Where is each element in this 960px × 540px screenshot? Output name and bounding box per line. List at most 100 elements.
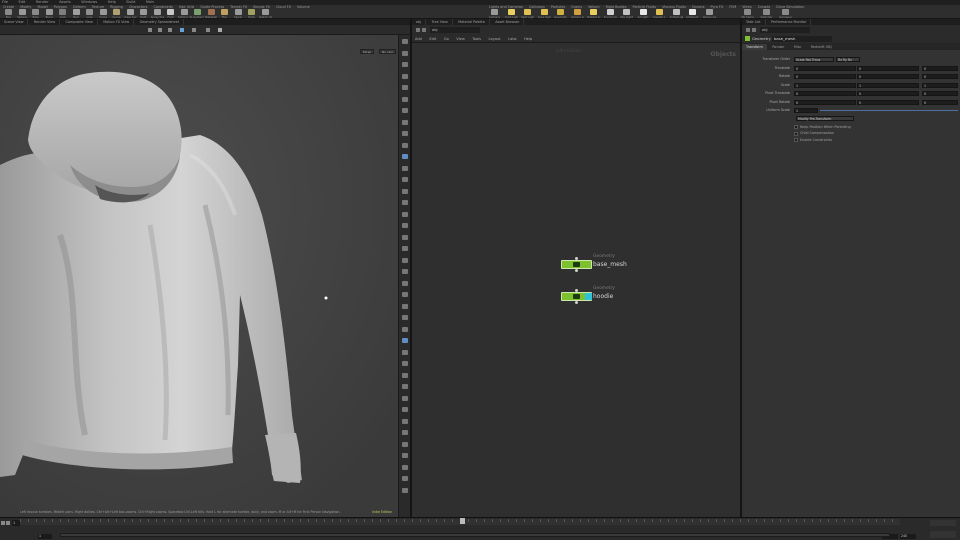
- viewport-tool-icon[interactable]: [402, 418, 408, 424]
- parameter-field[interactable]: 1: [794, 108, 818, 113]
- viewport-tool-icon[interactable]: [402, 39, 408, 44]
- viewport-tool-icon[interactable]: [402, 280, 408, 286]
- pose-tool-icon[interactable]: [206, 28, 210, 32]
- viewport-tool-icon[interactable]: [402, 177, 408, 182]
- parameter-field[interactable]: 0: [794, 91, 856, 96]
- viewport-tool-icon[interactable]: [402, 361, 408, 366]
- parameter-field[interactable]: 0: [922, 99, 958, 105]
- keyframe-options[interactable]: [930, 531, 956, 538]
- network-menu-go[interactable]: Go: [441, 35, 452, 43]
- viewport-tool-icon[interactable]: [402, 119, 408, 125]
- forward-icon[interactable]: [422, 28, 426, 32]
- parameter-field[interactable]: 0: [922, 65, 958, 71]
- parameter-checkbox[interactable]: [794, 125, 798, 129]
- network-menu-add[interactable]: Add: [412, 35, 425, 43]
- viewport-tool-icon[interactable]: [402, 131, 408, 136]
- viewport-tool-icon[interactable]: [402, 211, 408, 217]
- select-tool-icon[interactable]: [148, 28, 152, 32]
- network-menu-edit[interactable]: Edit: [426, 35, 439, 43]
- cam-menu[interactable]: No cam: [379, 49, 397, 54]
- viewport-tool-icon[interactable]: [402, 395, 408, 401]
- node-name[interactable]: base_mesh: [593, 261, 627, 268]
- viewport-tool-icon[interactable]: [402, 326, 408, 332]
- network-menu-labs[interactable]: Labs: [505, 35, 519, 43]
- network-path[interactable]: obj: [430, 27, 480, 33]
- viewport-tool-icon[interactable]: [402, 188, 408, 194]
- viewport-tool-icon[interactable]: [402, 85, 408, 90]
- back-icon[interactable]: [746, 28, 750, 32]
- parameter-field[interactable]: 0: [794, 65, 856, 71]
- viewport-tool-icon[interactable]: [402, 407, 408, 412]
- parameter-field[interactable]: 0: [794, 74, 856, 79]
- viewport-tool-icon[interactable]: [402, 62, 408, 67]
- play-reverse-icon[interactable]: [1, 521, 5, 525]
- viewport-tool-icon[interactable]: [402, 269, 408, 274]
- viewport-tool-icon[interactable]: [402, 142, 408, 148]
- parameter-field[interactable]: 0: [794, 99, 856, 105]
- viewport-tool-icon[interactable]: [402, 487, 408, 493]
- viewport-tool-icon[interactable]: [402, 223, 408, 228]
- node-name-field[interactable]: base_mesh: [772, 36, 832, 42]
- parameter-checkbox[interactable]: [794, 131, 798, 136]
- viewport-tool-icon[interactable]: [402, 96, 408, 102]
- timeline-options[interactable]: [930, 520, 956, 526]
- node-body[interactable]: [561, 292, 592, 301]
- parameter-checkbox[interactable]: [794, 138, 798, 142]
- node-output[interactable]: [575, 301, 578, 304]
- parameter-field[interactable]: 0: [857, 99, 919, 105]
- display-flag-icon[interactable]: [585, 293, 592, 300]
- viewport-tool-icon[interactable]: [402, 372, 408, 378]
- viewport-tool-icon[interactable]: [402, 464, 408, 470]
- parameter-field[interactable]: 1: [922, 82, 958, 88]
- parameter-field[interactable]: 1: [857, 82, 919, 88]
- forward-icon[interactable]: [752, 28, 756, 32]
- viewport-tool-icon[interactable]: [402, 154, 408, 159]
- modify-pretransform-menu[interactable]: Modify Pre-Transform: [796, 116, 854, 121]
- back-icon[interactable]: [416, 28, 420, 32]
- viewport-tool-icon[interactable]: [402, 349, 408, 355]
- parameter-field[interactable]: 1: [794, 82, 856, 88]
- viewport-tool-icon[interactable]: [402, 315, 408, 320]
- node-name[interactable]: hoodie: [593, 293, 613, 300]
- parameter-field[interactable]: 0: [922, 74, 958, 79]
- viewport-tool-icon[interactable]: [402, 476, 408, 481]
- viewport-tool-icon[interactable]: [402, 453, 408, 458]
- viewport-tool-icon[interactable]: [402, 338, 408, 343]
- network-menu-tools[interactable]: Tools: [469, 35, 484, 43]
- network-menu-layout[interactable]: Layout: [486, 35, 504, 43]
- viewport-tool-icon[interactable]: [402, 200, 408, 205]
- parameter-field[interactable]: 0: [922, 91, 958, 96]
- network-editor[interactable]: Indie Edition Objects Geometry base_mesh…: [412, 43, 740, 517]
- node-output[interactable]: [575, 269, 578, 272]
- viewport-tool-icon[interactable]: [402, 303, 408, 309]
- network-menu-help[interactable]: Help: [521, 35, 535, 43]
- node-body[interactable]: [561, 260, 592, 269]
- viewport-tool-icon[interactable]: [402, 73, 408, 79]
- viewport-tool-icon[interactable]: [402, 441, 408, 447]
- play-icon[interactable]: [6, 521, 10, 525]
- network-menu-view[interactable]: View: [453, 35, 468, 43]
- parameter-field[interactable]: 0: [857, 65, 919, 71]
- current-frame-field[interactable]: 1: [12, 520, 20, 526]
- parameter-path[interactable]: obj: [760, 27, 810, 33]
- playhead[interactable]: [460, 518, 465, 524]
- viewport-tool-icon[interactable]: [402, 50, 408, 56]
- view-tool-icon[interactable]: [218, 28, 222, 32]
- parameter-field[interactable]: 0: [857, 74, 919, 79]
- viewport-tool-icon[interactable]: [402, 246, 408, 251]
- global-end-field[interactable]: 240: [900, 534, 916, 539]
- camera-menu[interactable]: Persp: [360, 49, 375, 54]
- viewport-tool-icon[interactable]: [402, 430, 408, 435]
- timeline-range-slider[interactable]: [60, 533, 890, 537]
- parameter-field[interactable]: 0: [857, 91, 919, 96]
- rotate-tool-icon[interactable]: [168, 28, 172, 32]
- viewport-tool-icon[interactable]: [402, 108, 408, 113]
- uniform-scale-slider[interactable]: [820, 110, 958, 111]
- viewport-tool-icon[interactable]: [402, 165, 408, 171]
- viewport-tool-icon[interactable]: [402, 292, 408, 297]
- start-frame-field[interactable]: 1: [38, 534, 52, 539]
- parameter-field[interactable]: Rx Ry Rz: [836, 57, 860, 62]
- scale-tool-icon[interactable]: [180, 28, 184, 32]
- scene-viewport[interactable]: Persp No cam: [0, 35, 398, 517]
- viewport-tool-icon[interactable]: [402, 257, 408, 263]
